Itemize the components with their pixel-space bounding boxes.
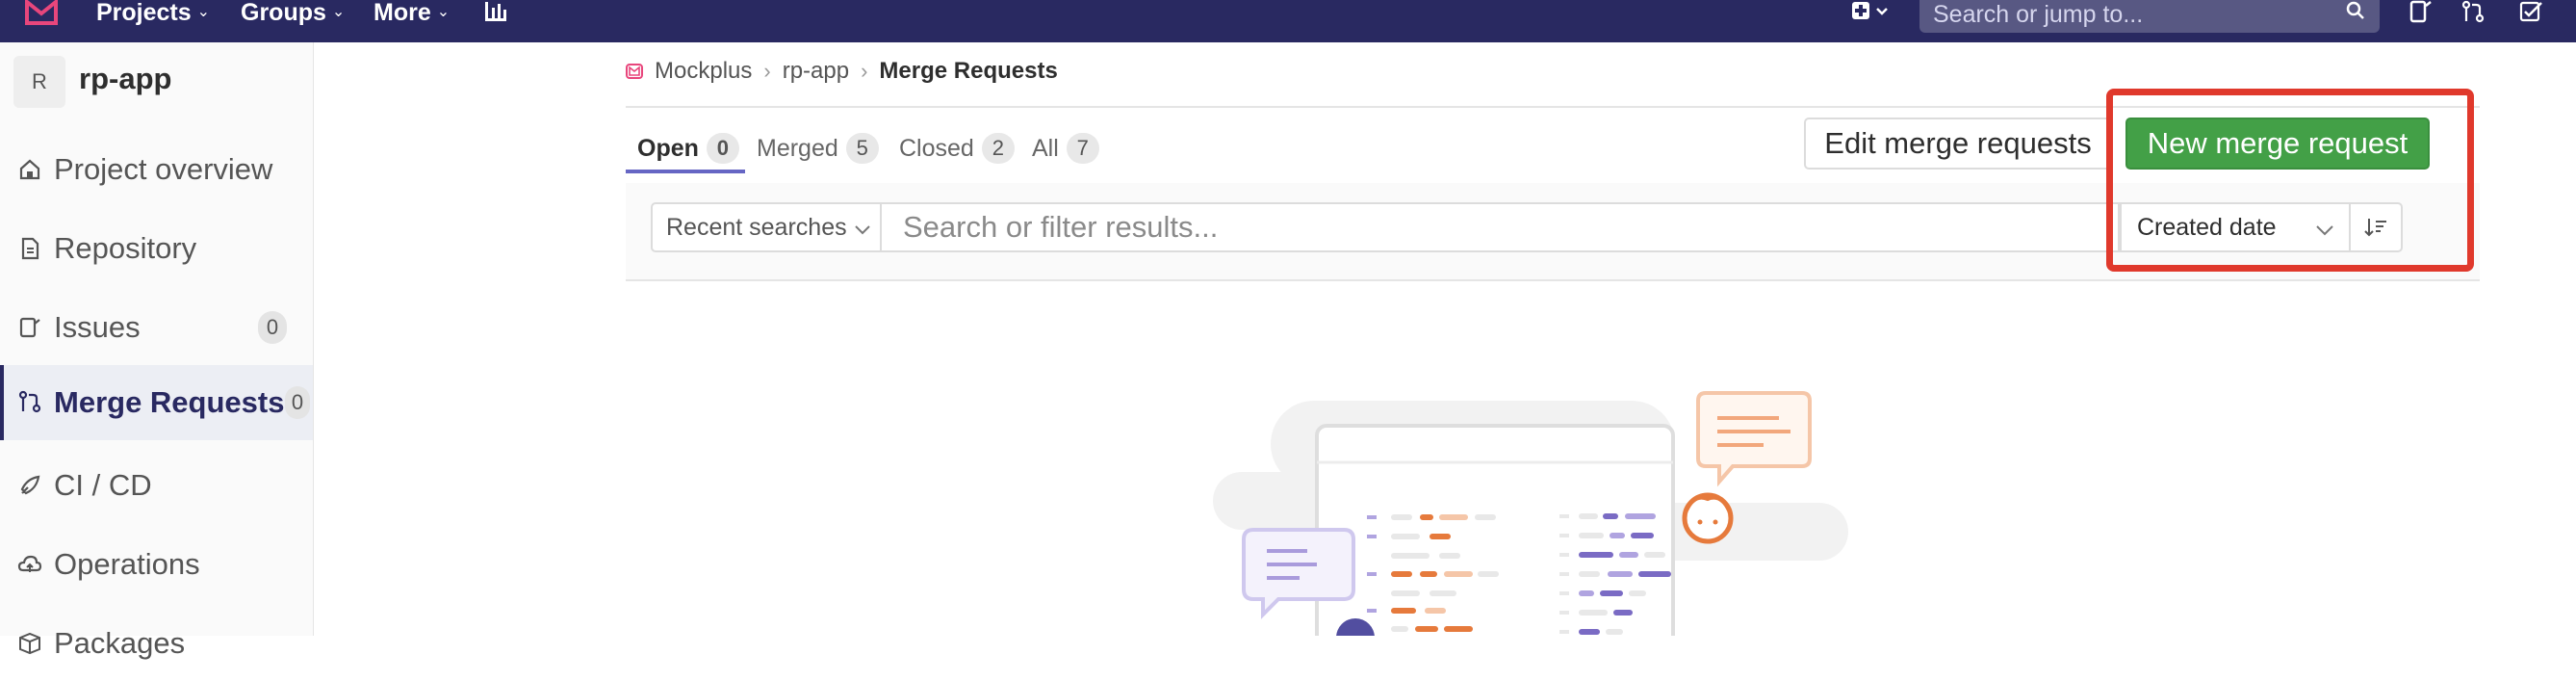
chevron-down-icon (855, 225, 870, 235)
filter-search-placeholder: Search or filter results... (903, 210, 1219, 244)
chevron-down-icon: ⌄ (436, 4, 451, 20)
sidebar-item-label: Project overview (54, 152, 273, 186)
sidebar-item-operations[interactable]: Operations (0, 527, 313, 602)
sidebar-item-label: Merge Requests (54, 385, 285, 419)
breadcrumb-project-link[interactable]: rp-app (783, 58, 849, 85)
tab-merged-label: Merged (757, 134, 838, 162)
todos-icon[interactable] (2518, 0, 2543, 25)
active-tab-indicator (626, 170, 745, 173)
sidebar-item-repository[interactable]: Repository (0, 211, 313, 286)
nav-groups[interactable]: Groups ⌄ (241, 0, 345, 25)
merge-requests-icon[interactable] (2460, 0, 2486, 25)
cloud-icon (17, 555, 42, 572)
activity-chart-icon[interactable] (483, 0, 508, 25)
sidebar-item-label: Operations (54, 547, 200, 581)
edit-merge-requests-button[interactable]: Edit merge requests (1804, 118, 2112, 170)
sidebar-item-merge-requests[interactable]: Merge Requests 0 (0, 365, 313, 440)
search-icon (2346, 1, 2364, 19)
tab-closed[interactable]: Closed 2 (899, 121, 1015, 175)
tab-all-count: 7 (1066, 133, 1099, 164)
package-icon (19, 632, 40, 655)
global-search-placeholder: Search or jump to... (1933, 1, 2144, 28)
sidebar-item-packages[interactable]: Packages (0, 606, 313, 681)
project-sidebar: R rp-app Project overview Repository Iss… (0, 42, 314, 660)
nav-groups-label: Groups (241, 0, 326, 26)
nav-projects[interactable]: Projects ⌄ (96, 0, 210, 25)
project-avatar-initial: R (32, 69, 47, 93)
tab-all[interactable]: All 7 (1032, 121, 1099, 175)
breadcrumb-separator-icon: › (763, 59, 771, 83)
issues-count-badge: 0 (258, 311, 287, 344)
tab-closed-label: Closed (899, 134, 974, 162)
tab-merged[interactable]: Merged 5 (757, 121, 879, 175)
merge-request-icon (18, 390, 41, 413)
breadcrumb-current[interactable]: Merge Requests (879, 58, 1057, 85)
sidebar-item-issues[interactable]: Issues 0 (0, 290, 313, 365)
sidebar-item-label: Issues (54, 310, 141, 344)
chevron-down-icon: ⌄ (331, 4, 346, 20)
project-avatar[interactable]: R (13, 56, 65, 108)
recent-searches-dropdown[interactable]: Recent searches (651, 202, 882, 252)
group-logo-icon (626, 64, 643, 79)
sidebar-item-project-overview[interactable]: Project overview (0, 132, 313, 207)
recent-searches-label: Recent searches (666, 213, 847, 241)
tab-all-label: All (1032, 134, 1059, 162)
home-icon (19, 159, 40, 180)
project-name[interactable]: rp-app (79, 62, 171, 96)
tab-open[interactable]: Open 0 (637, 121, 739, 175)
breadcrumb: Mockplus › rp-app › Merge Requests (626, 58, 1058, 85)
rocket-icon (20, 475, 40, 495)
sidebar-item-label: Packages (54, 626, 186, 660)
tab-open-label: Open (637, 134, 699, 162)
new-dropdown-icon[interactable] (1850, 0, 1893, 25)
tab-closed-count: 2 (981, 133, 1015, 164)
empty-state-illustration (1213, 391, 1848, 636)
breadcrumb-separator-icon: › (861, 59, 868, 83)
issues-icon (19, 317, 40, 338)
comment-bubble-orange (1696, 391, 1812, 487)
nav-more-label: More (374, 0, 431, 26)
tab-open-count: 0 (706, 133, 739, 164)
breadcrumb-group-link[interactable]: Mockplus (655, 58, 752, 85)
avatar-face-orange (1682, 492, 1734, 544)
nav-more[interactable]: More ⌄ (374, 0, 450, 25)
issues-todo-icon[interactable] (2409, 0, 2434, 25)
merge-requests-count-badge: 0 (285, 386, 310, 419)
global-search-input[interactable]: Search or jump to... (1919, 0, 2380, 33)
sidebar-item-label: Repository (54, 231, 197, 265)
sidebar-item-ci-cd[interactable]: CI / CD (0, 448, 313, 523)
tab-merged-count: 5 (845, 133, 879, 164)
sidebar-item-label: CI / CD (54, 468, 152, 502)
doc-icon (21, 237, 39, 260)
app-logo-icon[interactable] (21, 0, 62, 29)
nav-projects-label: Projects (96, 0, 192, 26)
filter-search-input[interactable]: Search or filter results... (882, 202, 2120, 252)
chevron-down-icon: ⌄ (196, 4, 211, 20)
top-navbar: Projects ⌄ Groups ⌄ More ⌄ Search or jum… (0, 0, 2576, 42)
annotation-highlight-box (2106, 89, 2474, 272)
